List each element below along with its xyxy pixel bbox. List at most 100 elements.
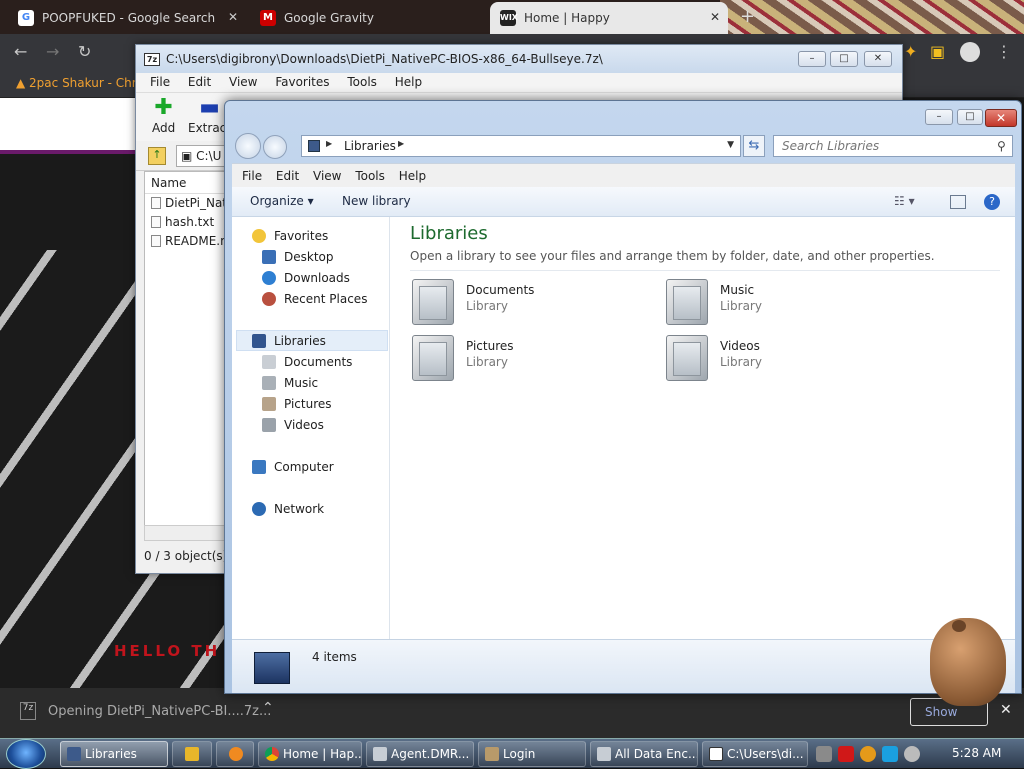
sidebar-icon[interactable]: ▣ <box>930 42 945 61</box>
up-folder-icon[interactable]: ↑ <box>148 147 166 165</box>
help-icon[interactable]: ? <box>984 194 1000 210</box>
menu-favorites[interactable]: Favorites <box>275 75 329 89</box>
tray-app-icon[interactable] <box>816 746 832 762</box>
organize-button[interactable]: Organize ▾ <box>250 194 314 208</box>
close-icon[interactable]: ✕ <box>228 10 238 24</box>
taskbar-item-libraries[interactable]: Libraries <box>60 741 168 767</box>
library-music[interactable]: Music Library <box>666 279 906 329</box>
close-icon[interactable]: ✕ <box>1000 702 1012 718</box>
breadcrumb-libraries[interactable]: Libraries <box>344 139 396 153</box>
tray-antivirus-icon[interactable] <box>838 746 854 762</box>
maximize-button[interactable]: □ <box>957 109 983 125</box>
explorer-content: Favorites Desktop Downloads Recent Place… <box>232 217 1015 639</box>
menu-help[interactable]: Help <box>399 169 426 183</box>
file-row[interactable]: README.m <box>145 232 233 251</box>
libraries-view: Libraries Open a library to see your fil… <box>392 217 1012 639</box>
menu-edit[interactable]: Edit <box>276 169 299 183</box>
breadcrumb-arrow-icon[interactable]: ▶ <box>398 139 404 148</box>
nav-label: Downloads <box>284 270 350 285</box>
menu-edit[interactable]: Edit <box>188 75 211 89</box>
nav-network[interactable]: Network <box>252 498 324 519</box>
taskbar-item-chrome[interactable]: Home | Hap... <box>258 741 362 767</box>
browser-tab-google-search[interactable]: G POOPFUKED - Google Search ✕ <box>8 2 246 34</box>
menu-view[interactable]: View <box>313 169 341 183</box>
nav-videos[interactable]: Videos <box>262 414 324 435</box>
search-input[interactable] <box>773 135 1013 157</box>
nav-recent-places[interactable]: Recent Places <box>262 288 367 309</box>
new-tab-button[interactable]: + <box>740 6 755 27</box>
nav-documents[interactable]: Documents <box>262 351 352 372</box>
tray-volume-icon[interactable] <box>904 746 920 762</box>
library-videos[interactable]: Videos Library <box>666 335 906 385</box>
library-documents[interactable]: Documents Library <box>412 279 652 329</box>
hamster-desktop-pet[interactable] <box>930 618 1006 706</box>
computer-icon <box>252 459 266 474</box>
close-icon[interactable]: ✕ <box>710 10 720 24</box>
page-hero-text: HELLO TH <box>114 642 221 660</box>
address-bar[interactable]: ▶ Libraries ▶ ▼ <box>301 135 741 157</box>
browser-tab-google-gravity[interactable]: M Google Gravity <box>250 2 488 34</box>
close-button[interactable]: ✕ <box>864 51 892 67</box>
library-name: Music <box>720 283 755 297</box>
horizontal-scrollbar[interactable] <box>144 525 234 541</box>
nav-favorites[interactable]: Favorites <box>252 225 328 246</box>
nav-desktop[interactable]: Desktop <box>262 246 334 267</box>
view-options-icon[interactable]: ☷ ▾ <box>894 194 915 208</box>
start-button[interactable] <box>6 739 46 769</box>
chevron-down-icon[interactable]: ▼ <box>727 140 734 150</box>
extension-icon[interactable]: ✦ <box>904 42 917 61</box>
nav-libraries[interactable]: Libraries <box>236 330 388 351</box>
download-item[interactable]: Opening DietPi_NativePC-BI....7z... <box>48 704 271 719</box>
menu-help[interactable]: Help <box>395 75 422 89</box>
maximize-button[interactable]: □ <box>830 51 858 67</box>
taskbar-item-media[interactable] <box>172 741 212 767</box>
menu-tools[interactable]: Tools <box>347 75 377 89</box>
browser-tab-home-happy[interactable]: WIX Home | Happy ✕ <box>490 2 728 34</box>
breadcrumb-arrow-icon[interactable]: ▶ <box>326 139 332 148</box>
chevron-up-icon[interactable]: ⌃ <box>262 700 274 716</box>
search-icon[interactable]: ⚲ <box>997 139 1006 153</box>
taskbar-item-login[interactable]: Login <box>478 741 586 767</box>
taskbar-item-app[interactable] <box>216 741 254 767</box>
nav-downloads[interactable]: Downloads <box>262 267 350 288</box>
forward-arrow-icon[interactable]: → <box>46 42 59 61</box>
sevenzip-titlebar[interactable]: 7z C:\Users\digibrony\Downloads\DietPi_N… <box>136 45 902 73</box>
clock[interactable]: 5:28 AM <box>952 746 1001 760</box>
nav-pictures[interactable]: Pictures <box>262 393 332 414</box>
taskbar-item-agent[interactable]: Agent.DMR... <box>366 741 474 767</box>
menu-view[interactable]: View <box>229 75 257 89</box>
minimize-button[interactable]: – <box>798 51 826 67</box>
divider <box>410 270 1000 271</box>
taskbar-item-sevenzip[interactable]: C:\Users\di... <box>702 741 808 767</box>
back-arrow-icon[interactable]: ← <box>14 42 27 61</box>
profile-avatar-icon[interactable] <box>960 42 980 62</box>
login-icon <box>485 747 499 761</box>
preview-pane-icon[interactable] <box>950 195 966 209</box>
nav-computer[interactable]: Computer <box>252 456 334 477</box>
refresh-button[interactable]: ⇆ <box>743 135 765 157</box>
file-name: README.m <box>165 234 232 248</box>
library-name: Documents <box>466 283 535 297</box>
library-pictures[interactable]: Pictures Library <box>412 335 652 385</box>
menu-file[interactable]: File <box>242 169 262 183</box>
column-header-name[interactable]: Name <box>145 172 233 194</box>
taskbar-label: All Data Enc... <box>615 747 698 761</box>
file-row[interactable]: hash.txt <box>145 213 233 232</box>
menu-tools[interactable]: Tools <box>355 169 385 183</box>
add-button[interactable]: ✚ Add <box>152 97 175 136</box>
forward-button[interactable] <box>263 135 287 159</box>
minimize-button[interactable]: – <box>925 109 953 125</box>
tray-search-icon[interactable] <box>860 746 876 762</box>
taskbar-item-all-data[interactable]: All Data Enc... <box>590 741 698 767</box>
tray-display-icon[interactable] <box>882 746 898 762</box>
reload-icon[interactable]: ↻ <box>78 42 91 61</box>
bookmark-item[interactable]: ▲ 2pac Shakur - Chro <box>16 76 144 90</box>
menu-dots-icon[interactable]: ⋮ <box>996 42 1012 61</box>
system-tray <box>816 741 920 767</box>
file-row[interactable]: DietPi_Nati <box>145 194 233 213</box>
close-button[interactable]: ✕ <box>985 109 1017 127</box>
nav-music[interactable]: Music <box>262 372 318 393</box>
back-button[interactable] <box>235 133 261 159</box>
new-library-button[interactable]: New library <box>342 194 411 208</box>
menu-file[interactable]: File <box>150 75 170 89</box>
